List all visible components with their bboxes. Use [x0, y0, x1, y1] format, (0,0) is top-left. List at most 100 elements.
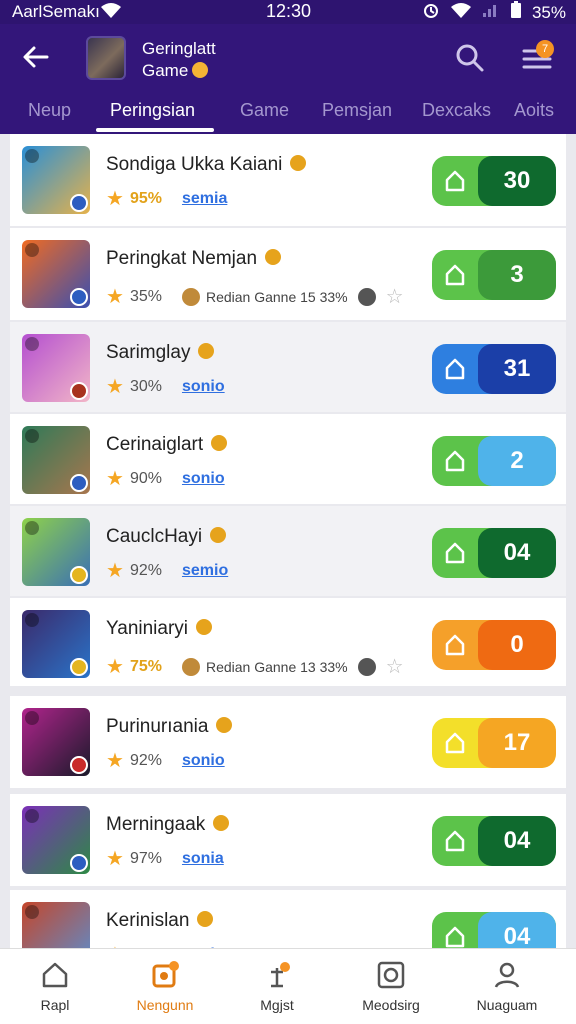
list-item[interactable]: Cerinaiglart ★ 90% sonio 2 [10, 414, 566, 504]
rating-percent: 92% [129, 752, 162, 769]
house-icon [432, 718, 478, 768]
level-badge-icon [70, 658, 88, 676]
corner-badge-icon [25, 337, 39, 351]
clock: 12:30 [266, 1, 312, 21]
star-icon: ★ [106, 376, 124, 398]
row-link[interactable]: sonia [182, 850, 224, 868]
row-name-wrap: Kerinislan [106, 910, 214, 932]
active-tab-indicator [96, 128, 214, 132]
score-button[interactable]: 3 [432, 250, 556, 300]
rating-percent: 95% [129, 190, 162, 207]
score-button[interactable]: 31 [432, 344, 556, 394]
row-meta: ★ 92% semio [106, 560, 228, 582]
game-thumbnail [22, 518, 90, 586]
favorite-star-icon[interactable]: ☆ [386, 284, 404, 309]
star-icon: ★ [106, 750, 124, 772]
list-item[interactable]: Yaniniaryi ★ 75% Redian Ganne 13 33% ☆ 0 [10, 598, 566, 686]
game-thumbnail [22, 806, 90, 874]
share-icon[interactable] [357, 287, 376, 306]
nav-item-meodsirg[interactable]: Meodsirg [336, 959, 446, 1013]
score-button[interactable]: 17 [432, 718, 556, 768]
list-item[interactable]: Merningaak ★ 97% sonia 04 [10, 794, 566, 886]
nav-item-nengunn[interactable]: Nengunn [110, 959, 220, 1013]
nav-item-mgjst[interactable]: Mgjst [222, 959, 332, 1013]
list-item[interactable]: Peringkat Nemjan ★ 35% Redian Ganne 15 33% ☆… [10, 228, 566, 320]
tab-aoits[interactable]: Aoits [514, 100, 554, 121]
star-icon: ★ [106, 468, 124, 490]
search-button[interactable] [454, 42, 486, 79]
house-icon [432, 816, 478, 866]
level-badge-icon [70, 194, 88, 212]
nav-label: Nengunn [136, 997, 194, 1013]
tab-game[interactable]: Game [240, 100, 289, 121]
coin-icon [181, 657, 200, 676]
tab-bar: Neup Peringsian Game Pemsjan Dexcaks Aoi… [0, 98, 576, 134]
score-button[interactable]: 30 [432, 156, 556, 206]
tab-neup[interactable]: Neup [28, 100, 71, 121]
row-link[interactable]: sonio [182, 470, 225, 488]
alarm-icon [422, 1, 440, 24]
corner-badge-icon [25, 809, 39, 823]
score-button[interactable]: 04 [432, 816, 556, 866]
row-link[interactable]: semio [182, 562, 228, 580]
game-thumbnail [22, 146, 90, 214]
row-name: Peringkat Nemjan [106, 248, 258, 269]
rating-percent: 92% [129, 562, 162, 579]
row-link[interactable]: sonio [182, 752, 225, 770]
star-icon: ★ [106, 285, 124, 308]
star-icon: ★ [106, 655, 124, 678]
row-link[interactable]: semia [182, 190, 227, 208]
row-meta: ★ 97% sonia [106, 849, 224, 869]
game-thumbnail [22, 610, 90, 678]
favorite-star-icon[interactable]: ☆ [386, 654, 404, 679]
score-button[interactable]: 04 [432, 528, 556, 578]
back-arrow-icon [23, 46, 49, 68]
trophy-icon [216, 717, 233, 733]
row-name-wrap: Merningaak [106, 814, 230, 836]
house-icon [432, 528, 478, 578]
score-value: 04 [478, 816, 556, 866]
score-button[interactable]: 0 [432, 620, 556, 670]
list-item[interactable]: Sarimglay ★ 30% sonio 31 [10, 322, 566, 412]
battery-icon [510, 1, 522, 24]
row-name: Yaniniaryi [106, 618, 189, 639]
nav-item-nuaguam[interactable]: Nuaguam [452, 959, 562, 1013]
row-name-wrap: Yaniniaryi [106, 618, 213, 640]
row-name: CauclcHayi [106, 526, 203, 547]
back-button[interactable] [18, 42, 54, 78]
row-meta: ★ 75% Redian Ganne 13 33% ☆ [106, 654, 404, 679]
row-name: Cerinaiglart [106, 434, 204, 455]
score-button[interactable]: 2 [432, 436, 556, 486]
nav-label: Rapl [40, 997, 70, 1013]
corner-badge-icon [25, 429, 39, 443]
star-icon: ★ [106, 560, 124, 582]
nav-label: Nuaguam [476, 997, 538, 1013]
game-avatar[interactable] [86, 36, 126, 80]
house-icon [432, 344, 478, 394]
tab-peringsian[interactable]: Peringsian [110, 100, 195, 121]
row-extra-text: Redian Ganne 15 33% [205, 288, 348, 305]
trophy-icon [197, 911, 214, 927]
share-icon[interactable] [357, 657, 376, 676]
list-item[interactable]: Purinurıania ★ 92% sonio 17 [10, 696, 566, 788]
tab-pemsjan[interactable]: Pemsjan [322, 100, 392, 121]
row-extra-text: Redian Ganne 13 33% [205, 658, 348, 675]
level-badge-icon [70, 566, 88, 584]
row-name-wrap: Sarimglay [106, 342, 215, 364]
ranking-icon [152, 961, 179, 988]
list-item[interactable]: Sondiga Ukka Kaiani ★ 95% semia 30 [10, 134, 566, 226]
profile-icon [494, 962, 520, 988]
list-item[interactable]: CauclcHayi ★ 92% semio 04 [10, 506, 566, 596]
score-value: 31 [478, 344, 556, 394]
tab-dexcaks[interactable]: Dexcaks [422, 100, 491, 121]
row-name: Sondiga Ukka Kaiani [106, 154, 283, 175]
score-value: 17 [478, 718, 556, 768]
game-thumbnail [22, 426, 90, 494]
row-meta: ★ 92% sonio [106, 750, 225, 772]
row-meta: ★ 35% Redian Ganne 15 33% ☆ [106, 284, 404, 309]
level-badge-icon [70, 756, 88, 774]
nav-item-rapl[interactable]: Rapl [0, 959, 110, 1013]
game-title: Geringlatt Game [142, 38, 216, 82]
row-link[interactable]: sonio [182, 378, 225, 396]
corner-badge-icon [25, 905, 39, 919]
